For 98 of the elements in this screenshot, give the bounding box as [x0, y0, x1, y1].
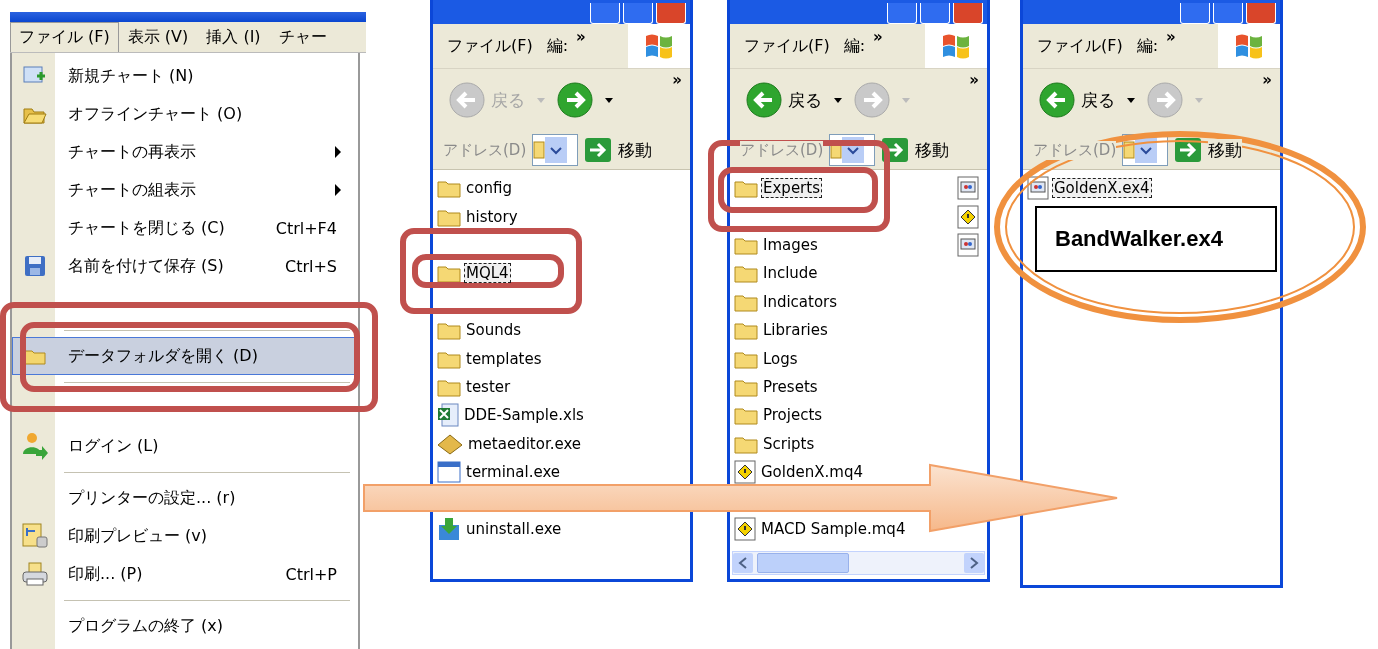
menu-item-label: 印刷... (P)	[68, 563, 143, 585]
menu-bar-item[interactable]: ファイル(F)	[744, 35, 830, 57]
menu-item[interactable]: チャートの再表示	[12, 133, 358, 171]
spreadsheet-icon	[437, 403, 459, 428]
folder-icon	[1123, 140, 1136, 160]
overflow-chevron[interactable]: »	[873, 28, 883, 46]
menu-item-label: チャートの再表示	[68, 141, 196, 163]
menu-item[interactable]: オフラインチャート (O)	[12, 95, 358, 133]
menu-item[interactable]: チャートの組表示	[12, 171, 358, 209]
script-file-icon	[734, 460, 756, 485]
back-label[interactable]: 戻る	[1081, 88, 1115, 112]
address-combo[interactable]	[532, 134, 579, 166]
menu-item[interactable]: チャートを閉じる (C) Ctrl+F4	[12, 209, 358, 247]
close-button[interactable]	[953, 3, 983, 24]
menu-bar-item[interactable]: ファイル (F)	[10, 22, 119, 52]
windows-flag-icon	[644, 32, 674, 60]
overflow-chevron[interactable]: »	[576, 28, 586, 46]
file-name[interactable]: GoldenX.mq4	[759, 462, 865, 483]
menu-item-label: チャートの組表示	[68, 179, 196, 201]
program-file-icon	[957, 176, 979, 201]
file-name[interactable]: DDE-Sample.xls	[462, 405, 586, 426]
program-file-icon	[1027, 176, 1049, 201]
menu-item-label: データフォルダを開く (D)	[68, 345, 258, 367]
program-file-icon	[957, 232, 979, 257]
overflow-chevron[interactable]: »	[1262, 71, 1272, 89]
file-name[interactable]: Experts	[761, 178, 822, 199]
menu-item[interactable]: プログラムの終了 (x)	[12, 607, 358, 645]
caret-icon[interactable]	[605, 97, 613, 103]
menu-item[interactable]: ログイン (L)	[12, 427, 358, 465]
minimize-button[interactable]	[887, 3, 917, 24]
file-name-callout: BandWalker.ex4	[1035, 206, 1277, 272]
menu-item[interactable]: 名前を付けて保存 (S) Ctrl+S	[12, 247, 358, 285]
application-icon	[437, 461, 461, 484]
maximize-button[interactable]	[1213, 3, 1243, 24]
menu-item-label: 印刷プレビュー (v)	[68, 525, 208, 547]
folder-icon	[23, 347, 46, 365]
menu-item-label: チャートを閉じる (C)	[68, 217, 225, 239]
folder-icon	[533, 140, 546, 160]
folder-icon	[734, 178, 758, 199]
menu-item-label: プリンターの設定... (r)	[68, 487, 236, 509]
menu-item-label: プログラムの終了 (x)	[68, 615, 224, 637]
maximize-button[interactable]	[920, 3, 950, 24]
shortcut-label: Ctrl+F4	[275, 218, 337, 238]
menu-bar-item[interactable]: チャー	[269, 22, 336, 52]
shortcut-label: Ctrl+S	[284, 256, 337, 276]
menu-bar-item[interactable]: 表示 (V)	[118, 22, 198, 52]
file-name[interactable]: Projects	[761, 405, 825, 426]
close-button[interactable]	[656, 3, 686, 24]
file-name[interactable]: GoldenX.ex4	[1052, 178, 1152, 199]
scroll-left-icon	[738, 557, 748, 569]
installer-icon	[437, 516, 461, 541]
book-icon	[437, 432, 463, 455]
menu-bar-item[interactable]: 編:	[546, 35, 569, 57]
scroll-thumb[interactable]	[757, 553, 849, 573]
menu-item[interactable]: プリンターの設定... (r)	[12, 479, 358, 517]
caret-icon[interactable]	[834, 97, 842, 103]
overflow-chevron[interactable]: »	[969, 71, 979, 89]
scroll-right-icon	[969, 557, 979, 569]
maximize-button[interactable]	[623, 3, 653, 24]
menu-bar-item[interactable]: ファイル(F)	[447, 35, 533, 57]
close-button[interactable]	[1246, 3, 1276, 24]
go-label[interactable]: 移動	[1208, 138, 1243, 162]
address-label: アドレス(D)	[443, 140, 527, 160]
menu-item-label: オフラインチャート (O)	[68, 103, 243, 125]
menu-item[interactable]: 新規チャート (N)	[12, 57, 358, 95]
printer-icon	[21, 562, 48, 586]
caret-icon[interactable]	[1127, 97, 1135, 103]
folder-icon	[734, 320, 758, 341]
back-label[interactable]: 戻る	[788, 88, 822, 112]
menu-item-label: 名前を付けて保存 (S)	[68, 255, 224, 277]
overflow-chevron[interactable]: »	[1166, 28, 1176, 46]
minimize-button[interactable]	[590, 3, 620, 24]
menu-bar-item[interactable]: 編:	[1136, 35, 1159, 57]
menu-bar-item[interactable]: 編:	[843, 35, 866, 57]
folder-icon	[734, 405, 758, 426]
folder-icon	[437, 320, 461, 341]
folder-icon	[437, 263, 461, 284]
menu-item-label: 新規チャート (N)	[68, 65, 194, 87]
windows-flag-icon	[941, 32, 971, 60]
print-preview-icon	[21, 523, 48, 549]
menu-bar-item[interactable]: ファイル(F)	[1037, 35, 1123, 57]
menu-item[interactable]: 印刷プレビュー (v)	[12, 517, 358, 555]
user-login-icon	[21, 432, 48, 460]
folder-icon	[734, 263, 758, 284]
horizontal-scrollbar[interactable]	[732, 551, 985, 575]
minimize-button[interactable]	[1180, 3, 1210, 24]
file-name[interactable]: MQL4	[464, 263, 511, 284]
shortcut-label: Ctrl+P	[285, 564, 337, 584]
script-file-icon	[957, 204, 979, 229]
menu-item-label: ログイン (L)	[68, 435, 159, 457]
script-file-icon	[734, 516, 756, 541]
windows-flag-icon	[1234, 32, 1264, 60]
address-label: アドレス(D)	[1033, 140, 1117, 160]
folder-icon	[437, 178, 461, 199]
file-name[interactable]: config	[464, 178, 514, 199]
overflow-chevron[interactable]: »	[672, 71, 682, 89]
menu-bar-item[interactable]: 挿入 (I)	[197, 22, 270, 52]
menu-item[interactable]: 印刷... (P) Ctrl+P	[12, 555, 358, 593]
